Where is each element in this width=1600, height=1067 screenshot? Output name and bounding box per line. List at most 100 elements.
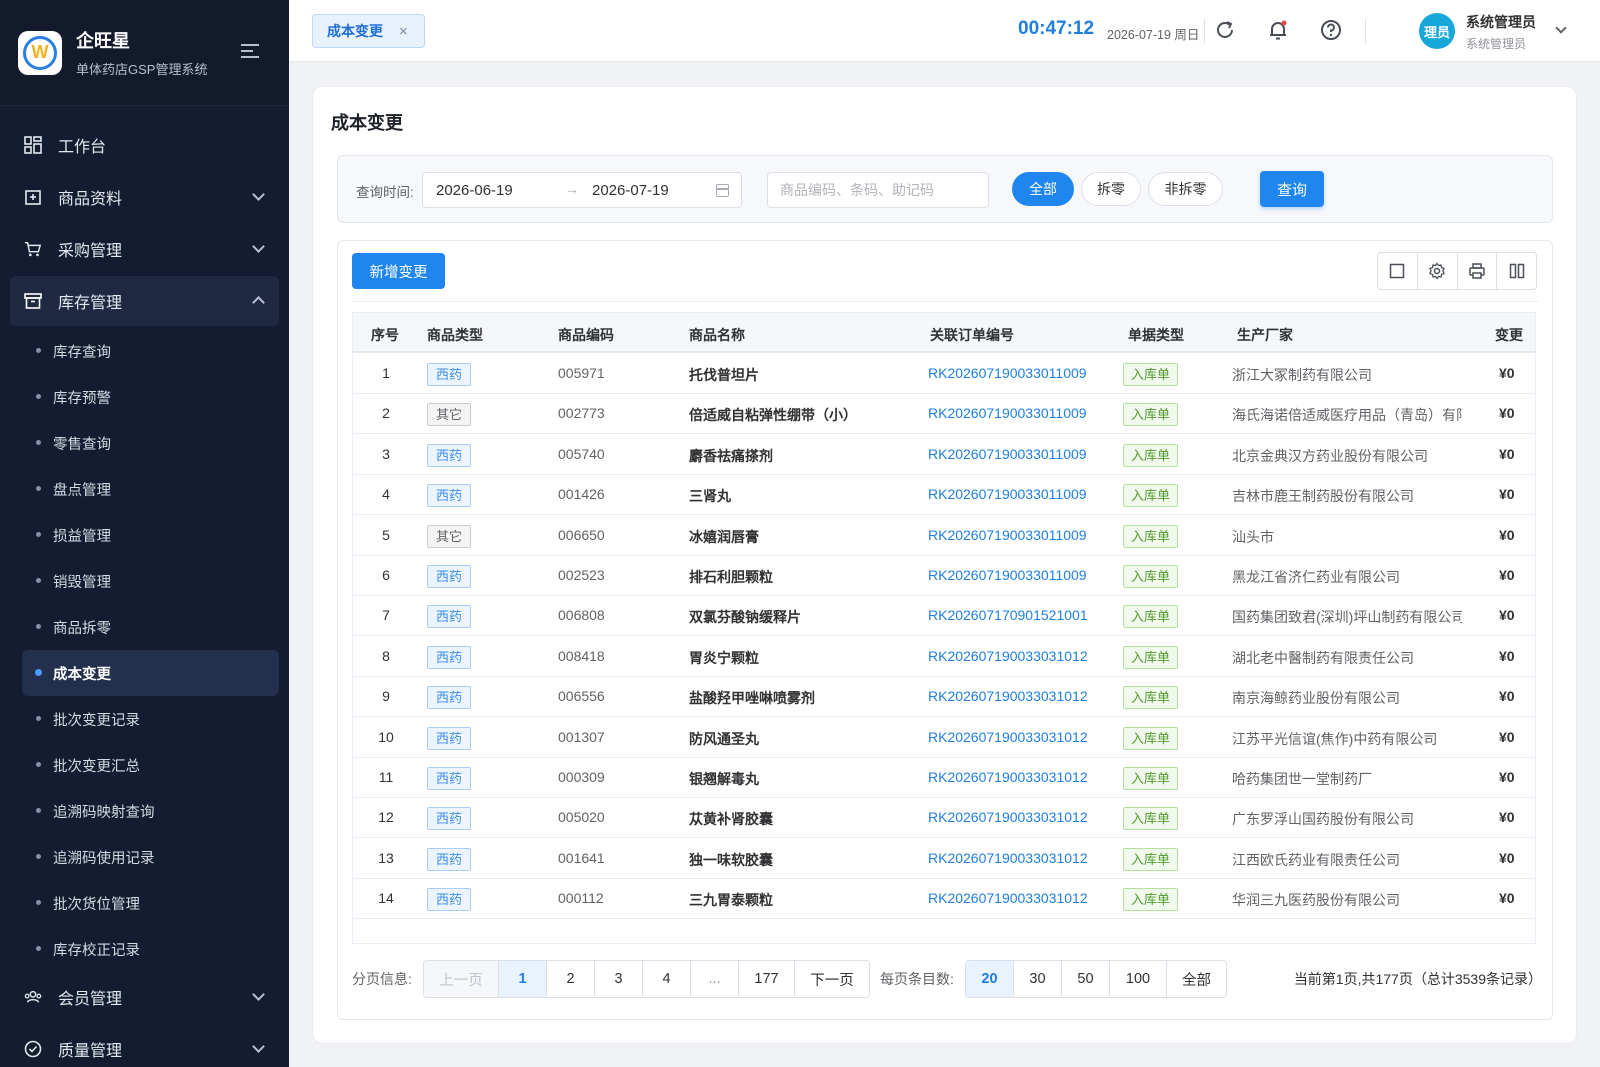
bill-type-tag: 入库单 [1123,847,1179,871]
column-header[interactable]: 商品编码 [558,325,614,345]
goods-type-tag: 西药 [427,767,472,790]
order-link[interactable]: RK202607190033031012 [928,850,1088,866]
sidebar-item-inventory[interactable]: 库存管理 [10,276,279,326]
printer-icon[interactable] [1458,253,1498,289]
table-row[interactable]: 5 其它 006650 冰嬉润唇膏 RK202607190033011009 入库单 汕头市… [353,515,1535,556]
table-row[interactable]: 3 西药 005740 麝香祛痛搽剂 RK202607190033011009 入库单 北京… [353,434,1535,475]
sidebar-subitem[interactable]: 追溯码使用记录 [22,834,279,880]
sidebar-subitem[interactable]: 零售查询 [22,420,279,466]
order-link[interactable]: RK202607190033011009 [928,486,1087,502]
sidebar-item-goods[interactable]: 商品资料 [10,172,279,222]
table-row[interactable]: 9 西药 006556 盐酸羟甲唑啉喷雾剂 RK202607190033031012 入库… [353,676,1535,718]
page-size-option[interactable]: 20 [966,961,1014,997]
tab-cost-change[interactable]: 成本变更 × [312,14,425,48]
sidebar-subitem[interactable]: 库存查询 [22,328,279,374]
order-link[interactable]: RK202607170901521001 [928,607,1088,623]
table-row[interactable]: 12 西药 005020 苁黄补肾胶囊 RK202607190033031012 入库单 广… [353,797,1535,839]
column-header[interactable]: 生产厂家 [1237,325,1293,345]
close-icon[interactable]: × [399,23,408,40]
sidebar-subitem[interactable]: 批次货位管理 [22,880,279,926]
order-link[interactable]: RK202607190033031012 [928,688,1088,704]
order-link[interactable]: RK202607190033031012 [928,769,1088,785]
order-link[interactable]: RK202607190033011009 [928,446,1087,462]
avatar[interactable]: 理员 [1419,13,1455,49]
filter-nonsplit-button[interactable]: 非拆零 [1148,172,1223,206]
date-end[interactable]: 2026-07-19 [592,182,669,199]
sidebar-item-purchase[interactable]: 采购管理 [10,224,279,274]
prev-page-button[interactable]: 上一页 [424,961,499,997]
order-link[interactable]: RK202607190033011009 [928,405,1087,421]
table-row[interactable]: 4 西药 001426 三肾丸 RK202607190033011009 入库单 吉林市鹿王… [353,474,1535,516]
date-range-picker[interactable]: 2026-06-19 → 2026-07-19 [422,172,742,208]
column-header[interactable]: 变更 [1495,325,1523,345]
query-button[interactable]: 查询 [1260,171,1324,207]
chevron-down-icon[interactable] [1555,22,1567,34]
order-link[interactable]: RK202607190033031012 [928,890,1088,906]
column-header[interactable]: 商品类型 [427,325,483,345]
bell-icon[interactable] [1266,18,1290,42]
page-size-option[interactable]: 50 [1062,961,1110,997]
bill-type-tag: 入库单 [1123,726,1179,750]
page-button[interactable]: 177 [739,961,795,997]
table-row[interactable]: 8 西药 008418 胃炎宁颗粒 RK202607190033031012 入库单 湖北老… [353,636,1535,677]
order-link[interactable]: RK202607190033031012 [928,809,1088,825]
row-index: 4 [382,486,390,503]
sidebar-subitem[interactable]: 成本变更 [22,650,279,696]
sidebar-subitem[interactable]: 商品拆零 [22,604,279,650]
sidebar-subitem[interactable]: 追溯码映射查询 [22,788,279,834]
help-icon[interactable] [1319,18,1343,42]
sidebar-item-quality[interactable]: 质量管理 [10,1024,279,1067]
add-change-button[interactable]: 新增变更 [352,253,445,289]
page-size-option[interactable]: 全部 [1167,961,1226,997]
page-scrollbar[interactable] [1586,62,1600,1067]
goods-code: 002523 [558,567,605,583]
calendar-icon[interactable] [716,184,729,197]
column-header[interactable]: 单据类型 [1128,325,1184,345]
sidebar-item-workbench[interactable]: 工作台 [10,120,279,170]
table-row[interactable]: 7 西药 006808 双氯芬酸钠缓释片 RK202607170901521001 入库单… [353,595,1535,637]
search-input[interactable] [767,172,989,208]
sidebar-subitem[interactable]: 库存预警 [22,374,279,420]
order-link[interactable]: RK202607190033011009 [928,365,1087,381]
menu-collapse-icon[interactable] [241,44,261,60]
page-button[interactable]: 2 [547,961,595,997]
order-link[interactable]: RK202607190033031012 [928,648,1088,664]
filter-split-button[interactable]: 拆零 [1081,172,1141,206]
table-row[interactable]: 11 西药 000309 银翘解毒丸 RK202607190033031012 入库单 哈药… [353,757,1535,798]
order-link[interactable]: RK202607190033011009 [928,527,1087,543]
page-size-option[interactable]: 30 [1014,961,1062,997]
sidebar-subitem[interactable]: 损益管理 [22,512,279,558]
column-header[interactable]: 关联订单编号 [930,325,1014,345]
table-row[interactable]: 6 西药 002523 排石利胆颗粒 RK202607190033011009 入库单 黑龙… [353,555,1535,596]
column-header[interactable]: 序号 [371,325,399,345]
table-row[interactable]: 14 西药 000112 三九胃泰颗粒 RK202607190033031012 入库单 华… [353,878,1535,920]
refresh-icon[interactable] [1213,18,1237,42]
sidebar-subitem[interactable]: 批次变更记录 [22,696,279,742]
user-role: 系统管理员 [1466,37,1527,51]
gear-icon[interactable] [1418,253,1458,289]
user-name[interactable]: 系统管理员 [1466,12,1536,32]
sidebar-subitem[interactable]: 销毁管理 [22,558,279,604]
date-start[interactable]: 2026-06-19 [436,182,513,199]
page-button[interactable]: 3 [595,961,643,997]
table-row[interactable]: 2 其它 002773 倍适威自粘弹性绷带（小） RK20260719003301100… [353,393,1535,435]
page-button[interactable]: 4 [643,961,691,997]
page-button[interactable]: 1 [499,961,547,997]
table-row[interactable]: 10 西药 001307 防风通圣丸 RK202607190033031012 入库单 江苏… [353,717,1535,758]
order-link[interactable]: RK202607190033011009 [928,567,1087,583]
order-link[interactable]: RK202607190033031012 [928,729,1088,745]
sidebar-subitem[interactable]: 库存校正记录 [22,926,279,972]
page-size-option[interactable]: 100 [1110,961,1167,997]
fullscreen-icon[interactable] [1378,253,1418,289]
table-row[interactable]: 13 西药 001641 独一味软胶囊 RK202607190033031012 入库单 江… [353,838,1535,879]
sidebar-subitem[interactable]: 批次变更汇总 [22,742,279,788]
sidebar-subitem[interactable]: 盘点管理 [22,466,279,512]
columns-icon[interactable] [1497,253,1536,289]
goods-code: 008418 [558,647,605,664]
sidebar-item-member[interactable]: 会员管理 [10,972,279,1022]
page-ellipsis[interactable]: ... [691,961,739,997]
next-page-button[interactable]: 下一页 [795,961,869,997]
table-row[interactable]: 1 西药 005971 托伐普坦片 RK202607190033011009 入库单 浙江大… [353,353,1535,394]
filter-all-button[interactable]: 全部 [1012,172,1074,206]
column-header[interactable]: 商品名称 [689,325,745,345]
